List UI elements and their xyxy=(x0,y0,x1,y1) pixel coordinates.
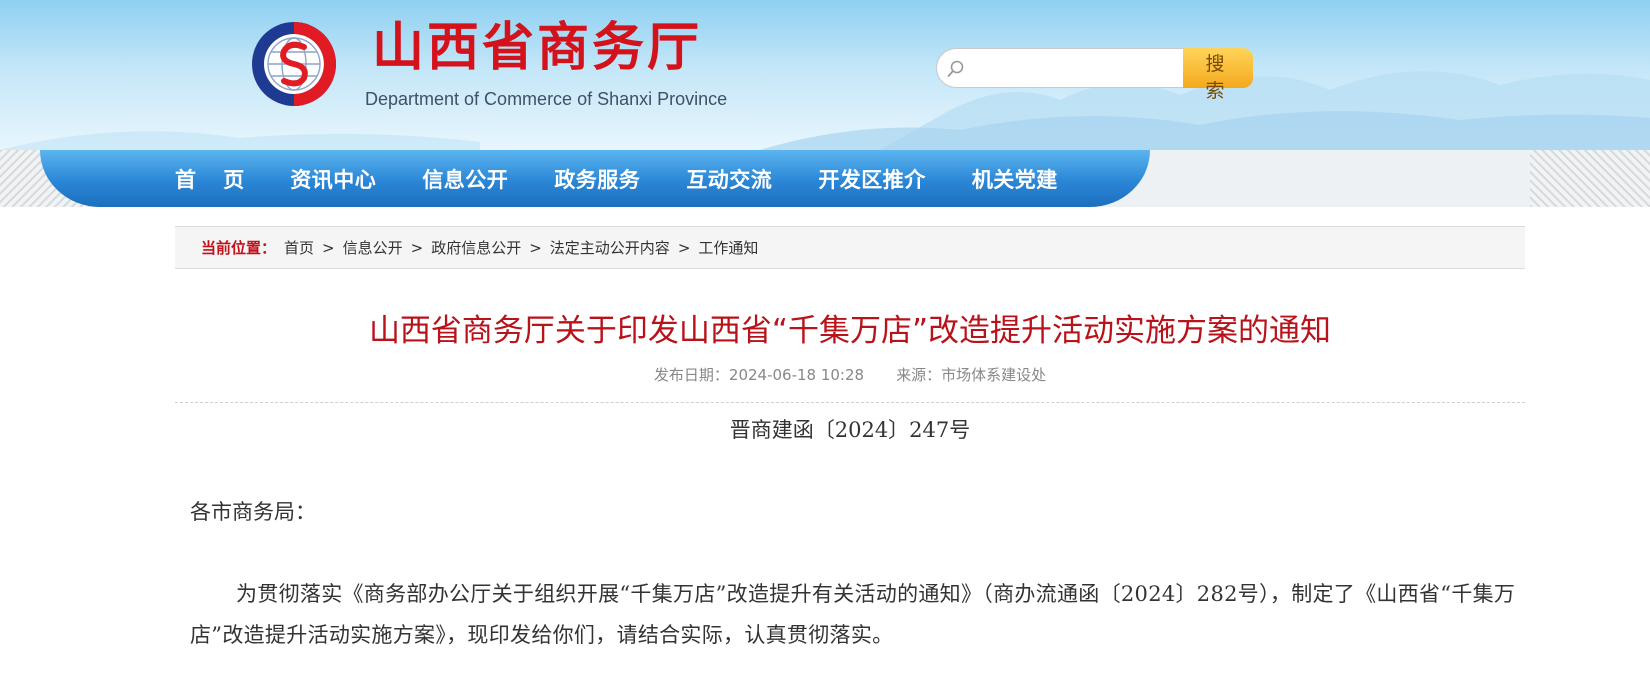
breadcrumb-separator: > xyxy=(410,238,424,257)
nav-item-home[interactable]: 首 页 xyxy=(175,164,254,194)
breadcrumb-label: 当前位置： xyxy=(201,239,277,257)
breadcrumb-separator: > xyxy=(529,238,542,257)
breadcrumb-item-gov-info[interactable]: 政府信息公开 xyxy=(431,237,521,258)
search-input[interactable] xyxy=(971,55,1175,83)
document-number: 晋商建函〔2024〕247号 xyxy=(729,418,971,442)
site-title: 山西省商务厅 xyxy=(372,17,703,78)
article-meta: 发布日期：2024-06-18 10:28 来源：市场体系建设处 xyxy=(175,364,1525,385)
publish-date: 发布日期：2024-06-18 10:28 xyxy=(653,366,865,384)
main-navigation: 首 页 资讯中心 信息公开 政务服务 互动交流 开发区推介 机关党建 xyxy=(0,150,1650,207)
nav-item-party-building[interactable]: 机关党建 xyxy=(972,164,1058,194)
site-subtitle: Department of Commerce of Shanxi Provinc… xyxy=(365,89,728,109)
site-header: 山西省商务厅 Department of Commerce of Shanxi … xyxy=(0,0,1650,150)
breadcrumb-item-work-notice[interactable]: 工作通知 xyxy=(698,237,758,258)
commerce-emblem-icon xyxy=(252,22,336,106)
breadcrumb-item-home[interactable]: 首页 xyxy=(284,237,314,258)
nav-pattern-right xyxy=(1530,150,1650,207)
title-divider xyxy=(175,402,1525,403)
body-paragraph: 为贯彻落实《商务部办公厅关于组织开展“千集万店”改造提升有关活动的通知》（商办流… xyxy=(190,582,1516,647)
breadcrumb-separator: > xyxy=(322,238,335,257)
breadcrumb-item-statutory[interactable]: 法定主动公开内容 xyxy=(550,237,670,258)
search-box xyxy=(936,48,1184,88)
nav-item-news-center[interactable]: 资讯中心 xyxy=(290,164,376,194)
nav-item-info-disclosure[interactable]: 信息公开 xyxy=(422,164,508,194)
nav-item-development-zones[interactable]: 开发区推介 xyxy=(818,164,926,194)
nav-item-interaction[interactable]: 互动交流 xyxy=(686,164,772,194)
magnifier-icon xyxy=(947,60,964,77)
salutation: 各市商务局： xyxy=(190,500,316,524)
article-source: 来源：市场体系建设处 xyxy=(896,366,1047,384)
breadcrumb: 当前位置： 首页 > 信息公开 > 政府信息公开 > 法定主动公开内容 > 工作… xyxy=(175,226,1525,269)
breadcrumb-item-info-disclosure[interactable]: 信息公开 xyxy=(343,237,403,258)
breadcrumb-separator: > xyxy=(677,238,691,257)
nav-items: 首 页 资讯中心 信息公开 政务服务 互动交流 开发区推介 机关党建 xyxy=(175,150,1104,207)
article-title: 山西省商务厅关于印发山西省“千集万店”改造提升活动实施方案的通知 xyxy=(368,313,1332,349)
search-button[interactable]: 搜 索 xyxy=(1183,48,1253,102)
mountain-background xyxy=(0,71,1650,150)
nav-item-government-services[interactable]: 政务服务 xyxy=(554,164,640,194)
